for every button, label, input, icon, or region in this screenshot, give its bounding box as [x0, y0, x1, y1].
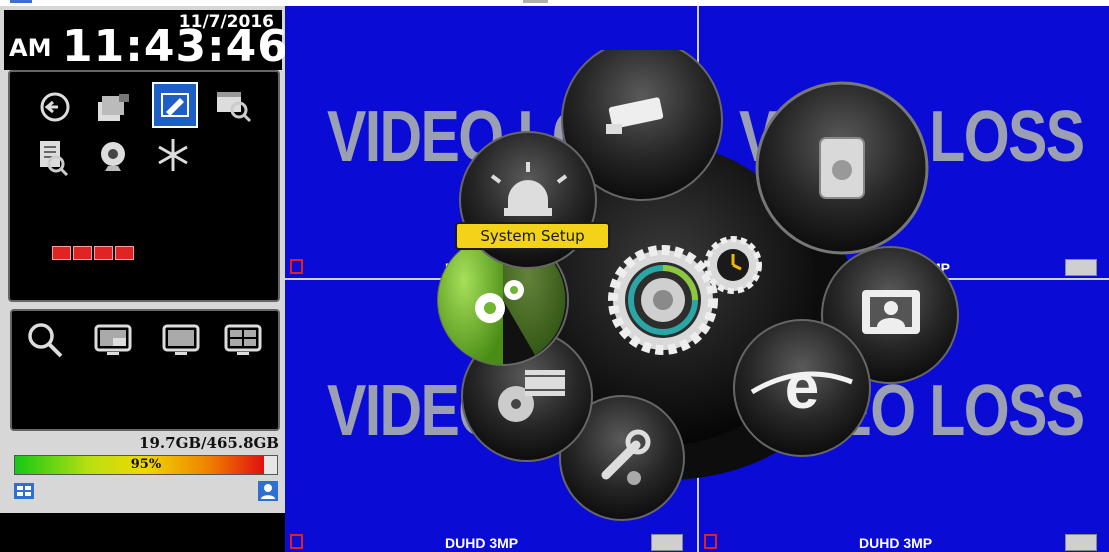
record-status-icon [290, 259, 303, 274]
camera-audio-icon [1065, 534, 1097, 551]
user-login-icon[interactable] [258, 481, 278, 501]
camera-audio-icon [1065, 259, 1097, 276]
top-tab-mark [523, 0, 548, 3]
backup-icon[interactable] [90, 84, 136, 130]
edit-settings-icon[interactable] [152, 82, 198, 128]
hdd-status-indicator [115, 246, 134, 260]
clock-time: 11:43:46 [62, 21, 289, 72]
svg-text:e: e [785, 353, 819, 422]
top-tab-mark [10, 0, 32, 3]
single-view-icon[interactable] [158, 317, 204, 363]
clock-ampm: AM [9, 34, 52, 62]
freeze-icon[interactable] [150, 132, 196, 178]
clock-display: 11/7/2016 AM 11:43:46 [4, 10, 288, 72]
schedule-search-icon[interactable] [210, 82, 256, 128]
network-icon[interactable]: e [733, 319, 871, 457]
menu-tooltip: System Setup [455, 222, 610, 250]
setup-menu: e [437, 50, 959, 521]
view-toolbar [10, 309, 280, 431]
left-panel: 11/7/2016 AM 11:43:46 19.7GB/465.8GB 95% [0, 6, 288, 552]
playback-icon[interactable] [32, 84, 78, 130]
storage-percent: 95% [130, 457, 162, 472]
function-toolbar [8, 70, 280, 302]
storage-usage: 19.7GB/465.8GB [139, 434, 279, 452]
quad-view-icon[interactable] [220, 317, 266, 363]
pip-icon[interactable] [90, 317, 136, 363]
hdd-status-indicator [94, 246, 113, 260]
hdd-storage-icon[interactable] [755, 81, 929, 255]
left-panel-footer [0, 513, 285, 552]
webcam-icon[interactable] [90, 134, 136, 180]
log-search-icon[interactable] [30, 134, 76, 180]
record-status-icon [290, 534, 303, 549]
hdd-status-indicator [73, 246, 92, 260]
storage-progress-bar: 95% [14, 455, 278, 475]
zoom-icon[interactable] [22, 317, 68, 363]
hdd-status-indicator [52, 246, 71, 260]
camera-list-icon[interactable] [14, 481, 34, 501]
